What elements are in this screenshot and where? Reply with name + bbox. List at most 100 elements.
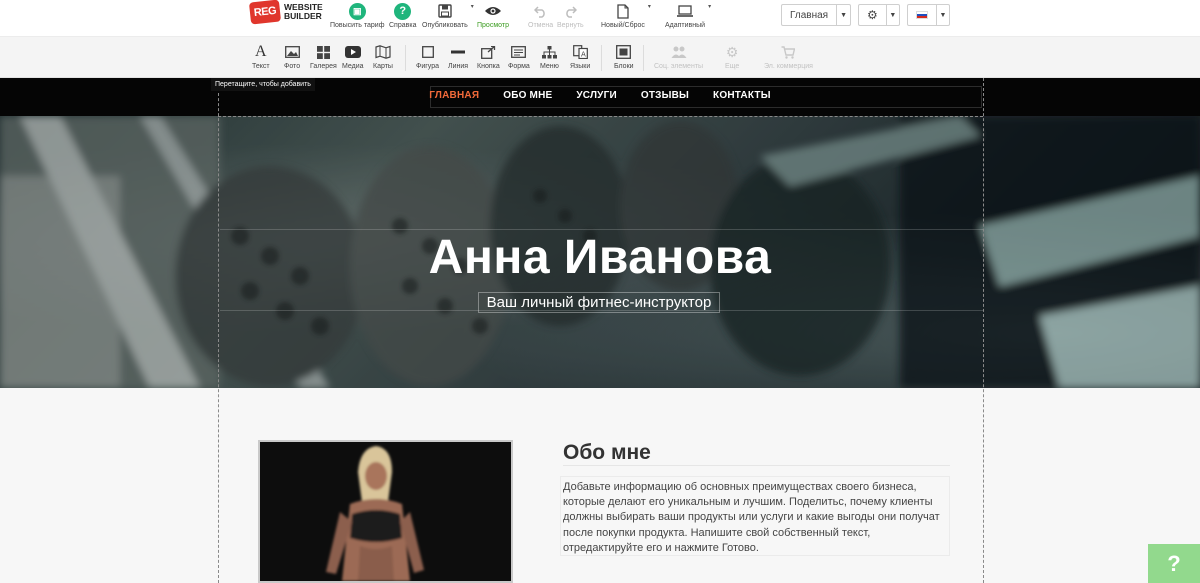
element-form[interactable]: Форма (508, 43, 530, 70)
new-reset-button[interactable]: ▾ Новый/Сброс (601, 2, 651, 29)
nav-item-services[interactable]: УСЛУГИ (576, 90, 617, 101)
redo-label: Вернуть (557, 22, 584, 29)
element-form-label: Форма (508, 63, 530, 70)
nav-item-home[interactable]: ГЛАВНАЯ (429, 90, 479, 101)
blocks-icon (616, 43, 632, 61)
element-languages[interactable]: A Языки (570, 43, 590, 70)
element-maps[interactable]: Карты (373, 43, 393, 70)
undo-label: Отмена (528, 22, 554, 29)
chevron-down-icon: ▼ (936, 5, 949, 25)
nav-item-about[interactable]: ОБО МНЕ (503, 90, 552, 101)
element-media[interactable]: Медиа (342, 43, 364, 70)
element-more-label: Еще (725, 63, 740, 70)
site-navigation: ГЛАВНАЯ ОБО МНЕ УСЛУГИ ОТЗЫВЫ КОНТАКТЫ (0, 78, 1200, 116)
video-icon (344, 43, 361, 61)
form-icon (511, 43, 527, 61)
element-social[interactable]: Соц. элементы (654, 43, 703, 70)
element-text[interactable]: A Текст (252, 43, 270, 70)
cart-icon (781, 43, 796, 61)
nav-item-reviews[interactable]: ОТЗЫВЫ (641, 90, 689, 101)
new-reset-label: Новый/Сброс (601, 22, 645, 29)
element-maps-label: Карты (373, 63, 393, 70)
save-icon: ▾ (436, 2, 474, 20)
element-menu[interactable]: Меню (540, 43, 559, 70)
element-line-label: Линия (448, 63, 469, 70)
adaptive-label: Адаптивный (665, 22, 706, 29)
element-blocks-label: Блоки (614, 63, 634, 70)
layout-guide-left (218, 78, 219, 583)
element-menu-label: Меню (540, 63, 559, 70)
line-icon (451, 43, 466, 61)
element-media-label: Медиа (342, 63, 364, 70)
chevron-down-icon: ▼ (836, 5, 850, 25)
about-photo[interactable] (258, 440, 513, 583)
site-menu: ГЛАВНАЯ ОБО МНЕ УСЛУГИ ОТЗЫВЫ КОНТАКТЫ (0, 90, 1200, 101)
gear-icon: ⚙ (867, 8, 878, 22)
element-button-label: Кнопка (477, 63, 500, 70)
redo-button[interactable]: Вернуть (557, 2, 584, 29)
help-button[interactable]: ? Справка (389, 2, 416, 29)
element-photo[interactable]: Фото (284, 43, 300, 70)
eye-icon (484, 2, 502, 20)
upgrade-plan-button[interactable]: ▣ Повысить тариф (330, 2, 384, 29)
text-icon: A (255, 43, 267, 60)
element-blocks[interactable]: Блоки (614, 43, 634, 70)
language-dropdown[interactable]: ▼ (907, 4, 950, 26)
divider (643, 45, 644, 71)
logo-line-2: BUILDER (284, 11, 322, 21)
button-icon (480, 43, 496, 61)
page-select-value: Главная (790, 9, 829, 21)
translate-icon: A (572, 43, 588, 61)
hero-section[interactable]: Анна Иванова Ваш личный фитнес-инструкто… (0, 116, 1200, 388)
element-line[interactable]: Линия (448, 43, 468, 70)
help-widget-button[interactable]: ? (1148, 544, 1200, 583)
undo-button[interactable]: Отмена (528, 2, 553, 29)
gallery-icon (316, 43, 330, 61)
element-social-label: Соц. элементы (654, 63, 704, 70)
element-shape-label: Фигура (416, 63, 439, 70)
element-gallery-label: Галерея (310, 63, 337, 70)
divider (405, 45, 406, 71)
reg-website-builder-logo[interactable]: REG WEBSITE BUILDER (248, 0, 328, 25)
help-icon: ? (394, 2, 412, 20)
undo-icon (532, 2, 550, 20)
editor-toolbar: REG WEBSITE BUILDER ▣ Повысить тариф ? С… (0, 0, 1200, 36)
element-ecommerce[interactable]: Эл. коммерция (764, 43, 813, 70)
element-ecommerce-label: Эл. коммерция (764, 63, 813, 70)
about-title[interactable]: Обо мне (563, 441, 651, 465)
page-select-dropdown[interactable]: Главная ▼ (781, 4, 851, 26)
layout-guide-top (218, 116, 983, 117)
photo-icon (284, 43, 300, 61)
preview-button[interactable]: Просмотр (477, 2, 509, 29)
nav-item-contacts[interactable]: КОНТАКТЫ (713, 90, 771, 101)
people-icon (671, 43, 687, 61)
element-more[interactable]: ⚙ Еще (725, 43, 740, 71)
publish-label: Опубликовать (422, 22, 468, 29)
laptop-icon: ▾ (676, 2, 711, 20)
publish-button[interactable]: ▾ Опубликовать (422, 2, 474, 29)
russian-flag-icon (908, 5, 936, 25)
element-gallery[interactable]: Галерея (310, 43, 337, 70)
sitemap-icon (541, 43, 557, 61)
element-shape[interactable]: Фигура (416, 43, 439, 70)
help-label: Справка (389, 22, 417, 29)
element-button[interactable]: Кнопка (477, 43, 500, 70)
chevron-down-icon: ▼ (885, 5, 899, 25)
map-icon (375, 43, 391, 61)
about-divider (563, 465, 950, 466)
new-page-icon: ▾ (614, 2, 651, 20)
element-languages-label: Языки (570, 63, 591, 70)
square-icon (421, 43, 434, 61)
about-text[interactable]: Добавьте информацию об основных преимуще… (563, 480, 953, 556)
settings-dropdown[interactable]: ⚙ ▼ (858, 4, 900, 26)
element-photo-label: Фото (284, 63, 301, 70)
fitness-woman-image (260, 442, 511, 581)
element-text-label: Текст (252, 63, 270, 70)
gears-icon: ⚙ (725, 43, 739, 60)
adaptive-button[interactable]: ▾ Адаптивный (665, 2, 711, 29)
hero-subtitle[interactable]: Ваш личный фитнес-инструктор (478, 292, 720, 313)
drag-tooltip: Перетащите, чтобы добавить (211, 78, 315, 91)
hero-title[interactable]: Анна Иванова (0, 230, 1200, 285)
redo-icon (561, 2, 579, 20)
preview-label: Просмотр (477, 22, 509, 29)
